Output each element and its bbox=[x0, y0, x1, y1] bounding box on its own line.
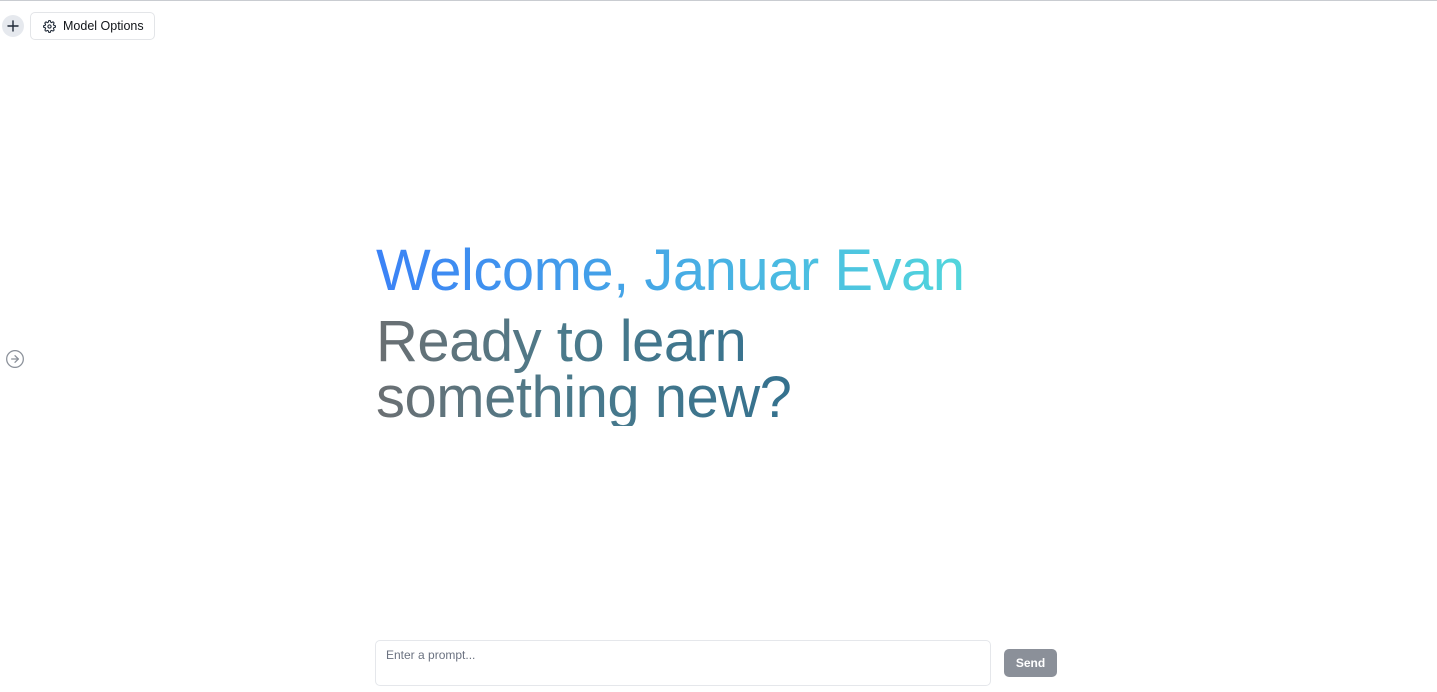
welcome-heading: Welcome, Januar Evan bbox=[376, 236, 965, 306]
send-button[interactable]: Send bbox=[1004, 649, 1057, 677]
tagline-heading: Ready to learn something new? bbox=[376, 313, 846, 427]
sidebar-toggle-button[interactable] bbox=[4, 348, 26, 370]
model-options-button[interactable]: Model Options bbox=[30, 12, 155, 40]
top-divider bbox=[0, 0, 1437, 1]
plus-icon bbox=[7, 20, 19, 32]
arrow-right-circle-icon bbox=[6, 350, 24, 368]
prompt-input[interactable] bbox=[376, 641, 990, 685]
prompt-input-container bbox=[375, 640, 991, 686]
model-options-label: Model Options bbox=[63, 19, 144, 33]
hero-section: Welcome, Januar Evan Ready to learn some… bbox=[376, 236, 1076, 427]
new-chat-button[interactable] bbox=[2, 15, 24, 37]
gear-icon bbox=[43, 19, 56, 33]
